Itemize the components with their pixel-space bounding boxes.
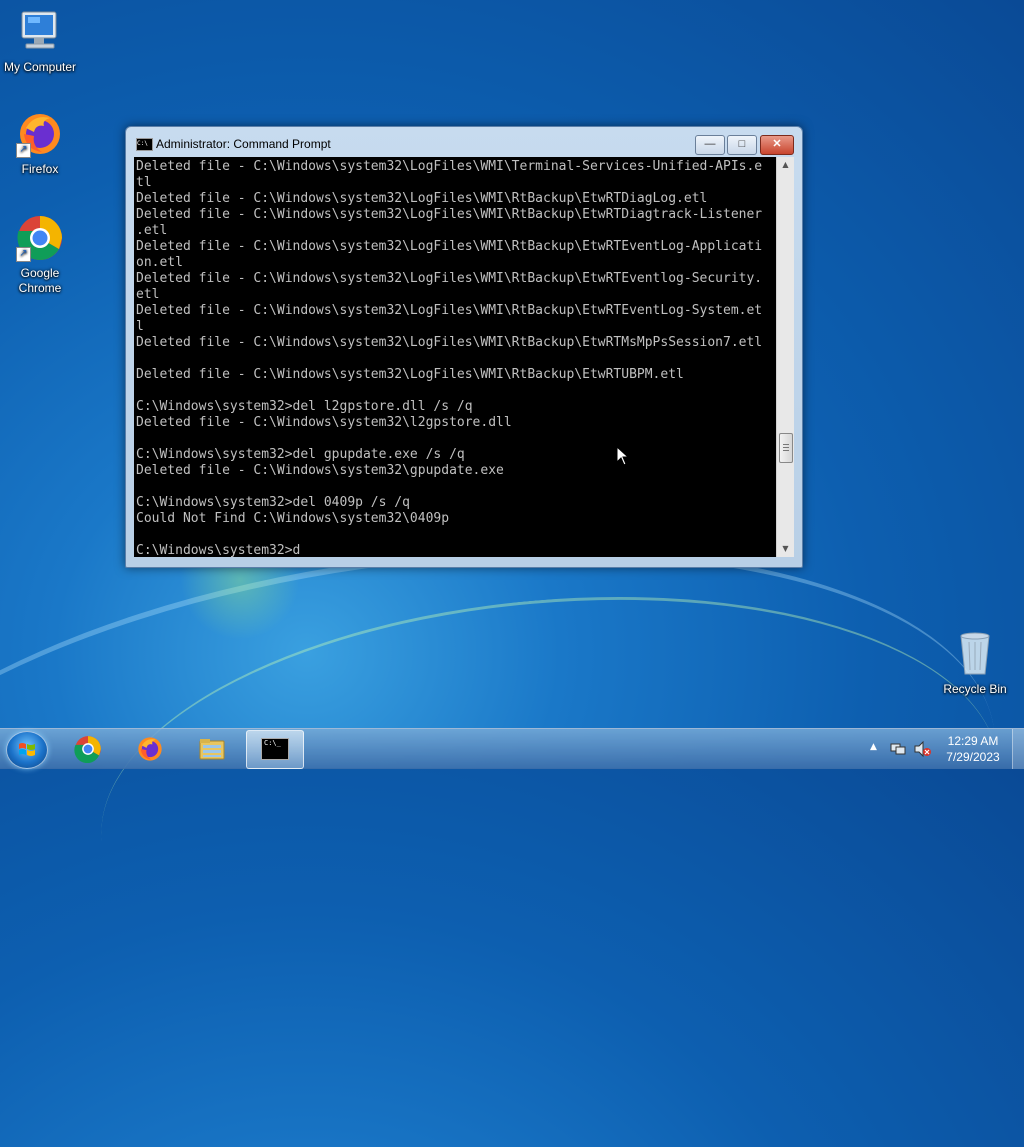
console-line: Deleted file - C:\Windows\system32\LogFi…: [136, 271, 763, 286]
console-line: on.etl: [136, 255, 183, 270]
window-titlebar[interactable]: C:\ Administrator: Command Prompt — □ ✕: [126, 127, 802, 157]
desktop-icon-recycle-bin[interactable]: Recycle Bin: [935, 630, 1015, 697]
command-prompt-icon-text: C:\_: [264, 739, 281, 747]
clock-date: 7/29/2023: [946, 750, 1000, 764]
desktop-icon-firefox[interactable]: ↗ Firefox: [0, 110, 80, 177]
command-prompt-window[interactable]: C:\ Administrator: Command Prompt — □ ✕ …: [125, 126, 803, 568]
clock-time: 12:29 AM: [947, 734, 999, 748]
desktop-icon-label: My Computer: [3, 60, 77, 74]
computer-icon: [16, 8, 64, 56]
taskbar-chrome[interactable]: [60, 730, 116, 767]
console-line: l: [136, 319, 144, 334]
scrollbar-thumb[interactable]: [779, 433, 793, 463]
console-line: Deleted file - C:\Windows\system32\gpupd…: [136, 463, 504, 478]
desktop-icon-label: Recycle Bin: [943, 682, 1007, 696]
scroll-grip: [783, 450, 789, 451]
desktop-icon-label: Firefox: [21, 162, 59, 176]
show-hidden-icons-arrow-icon[interactable]: ▲: [870, 742, 877, 752]
desktop-icon-label: Google Chrome: [18, 266, 62, 295]
console-line: Deleted file - C:\Windows\system32\LogFi…: [136, 335, 763, 350]
chrome-icon: ↗: [16, 214, 64, 262]
console-line: Could Not Find C:\Windows\system32\0409p: [136, 511, 450, 526]
start-button[interactable]: [6, 731, 48, 769]
shortcut-arrow-icon: ↗: [16, 247, 31, 262]
desktop-icon-google-chrome[interactable]: ↗ Google Chrome: [0, 214, 80, 296]
console-output[interactable]: Deleted file - C:\Windows\system32\LogFi…: [134, 157, 776, 557]
close-button[interactable]: ✕: [760, 135, 794, 155]
taskbar: C:\_ ▲ 12:29 AM 7/29/2023: [0, 728, 1024, 769]
chrome-icon: [74, 736, 101, 763]
taskbar-file-explorer[interactable]: [184, 730, 240, 767]
console-line: C:\Windows\system32>del l2gpstore.dll /s…: [136, 399, 473, 414]
recycle-bin-icon: [951, 630, 999, 678]
console-line: tl: [136, 175, 152, 190]
console-line: C:\Windows\system32>d: [136, 543, 301, 557]
volume-muted-icon[interactable]: [914, 741, 932, 757]
firefox-icon: [138, 737, 162, 761]
taskbar-firefox[interactable]: [122, 730, 178, 767]
network-icon[interactable]: [890, 741, 906, 757]
console-line: Deleted file - C:\Windows\system32\LogFi…: [136, 367, 684, 382]
maximize-button[interactable]: □: [727, 135, 757, 155]
console-line: Deleted file - C:\Windows\system32\LogFi…: [136, 191, 708, 206]
console-line: Deleted file - C:\Windows\system32\l2gps…: [136, 415, 512, 430]
minimize-button[interactable]: —: [695, 135, 725, 155]
console-line: Deleted file - C:\Windows\system32\LogFi…: [136, 239, 763, 254]
windows-logo-icon: [19, 743, 35, 756]
desktop-icon-my-computer[interactable]: My Computer: [0, 8, 80, 75]
vertical-scrollbar[interactable]: ▲ ▼: [776, 157, 794, 557]
console-line: etl: [136, 287, 160, 302]
console-line: Deleted file - C:\Windows\system32\LogFi…: [136, 207, 763, 222]
console-text: Deleted file - C:\Windows\system32\LogFi…: [134, 157, 776, 557]
scroll-grip: [783, 447, 789, 448]
console-line: C:\Windows\system32>del gpupdate.exe /s …: [136, 447, 465, 462]
system-clock[interactable]: 12:29 AM 7/29/2023: [938, 733, 1008, 765]
command-prompt-icon: C:\: [136, 138, 153, 151]
show-desktop-button[interactable]: [1012, 729, 1024, 769]
command-prompt-icon: C:\_: [261, 738, 289, 760]
firefox-icon: ↗: [16, 110, 64, 158]
shortcut-arrow-icon: ↗: [16, 143, 31, 158]
scroll-up-arrow-icon[interactable]: ▲: [777, 157, 794, 173]
taskbar-command-prompt[interactable]: C:\_: [246, 730, 304, 769]
console-line: Deleted file - C:\Windows\system32\LogFi…: [136, 303, 763, 318]
window-title: Administrator: Command Prompt: [156, 137, 331, 151]
mouse-cursor-icon: [616, 446, 630, 466]
console-line: Deleted file - C:\Windows\system32\LogFi…: [136, 159, 763, 174]
scroll-down-arrow-icon[interactable]: ▼: [777, 541, 794, 557]
folder-icon: [199, 739, 225, 760]
console-line: C:\Windows\system32>del 0409p /s /q: [136, 495, 410, 510]
console-line: .etl: [136, 223, 168, 238]
scroll-grip: [783, 444, 789, 445]
